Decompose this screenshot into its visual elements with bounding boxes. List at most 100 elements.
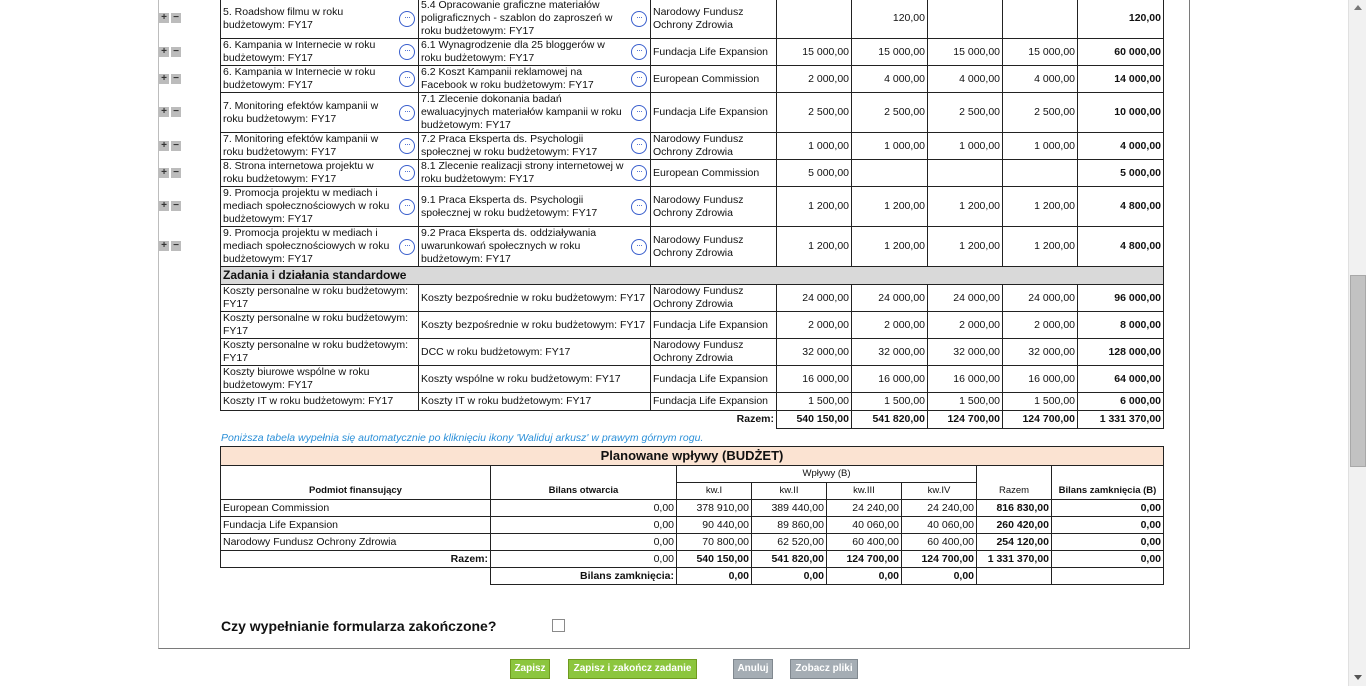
remove-row-icon[interactable]: −: [171, 241, 181, 251]
total-cell: 128 000,00: [1077, 338, 1164, 366]
task-text: 6. Kampania w Internecie w roku budżetow…: [223, 39, 376, 65]
completion-checkbox[interactable]: [552, 619, 565, 632]
more-options-icon[interactable]: ···: [399, 238, 415, 255]
more-options-icon[interactable]: ···: [399, 71, 415, 87]
remove-row-icon[interactable]: −: [171, 107, 181, 117]
task-text: 7. Monitoring efektów kampanii w roku bu…: [223, 99, 379, 125]
task-text: 6. Kampania w Internecie w roku budżetow…: [223, 66, 376, 92]
more-options-icon[interactable]: ···: [399, 10, 415, 27]
q3-total: 124 700,00: [826, 550, 902, 568]
add-row-icon[interactable]: +: [159, 13, 169, 23]
q2-cell: 89 860,00: [751, 516, 827, 534]
q3-cell: 15 000,00: [927, 38, 1003, 66]
remove-row-icon[interactable]: −: [171, 46, 181, 57]
remove-row-icon[interactable]: −: [171, 140, 181, 151]
empty-cell: [221, 568, 491, 585]
q4-cell: 24 240,00: [901, 499, 977, 517]
task-cell: * 8. Strona internetowa projektu w roku b…: [220, 159, 419, 187]
save-finish-button[interactable]: Zapisz i zakończ zadanie: [568, 659, 697, 679]
more-options-icon[interactable]: ···: [399, 138, 415, 154]
header-q1: kw.I: [676, 482, 752, 500]
task-cell: *7. Monitoring efektów kampanii w roku b…: [220, 132, 419, 160]
task-cell: Koszty personalne w roku budżetowym: FY1…: [220, 311, 419, 339]
header-opening: Bilans otwarcia: [490, 465, 677, 500]
view-files-button[interactable]: Zobacz pliki: [790, 659, 858, 679]
scroll-thumb[interactable]: [1350, 275, 1366, 467]
more-options-icon[interactable]: ···: [399, 104, 415, 121]
budget-total-label: Razem:: [220, 550, 491, 568]
save-button[interactable]: Zapisz: [510, 659, 550, 679]
action-text: 6.2 Koszt Kampanii reklamowej na Faceboo…: [421, 66, 594, 92]
q2-cell: 1 200,00: [851, 226, 928, 267]
add-row-icon[interactable]: +: [159, 46, 169, 57]
q4-cell: 1 200,00: [1002, 186, 1078, 227]
task-cell: Koszty personalne w roku budżetowym: FY1…: [220, 338, 419, 366]
cancel-button[interactable]: Anuluj: [733, 659, 773, 679]
q3-cell: 40 060,00: [826, 516, 902, 534]
required-star-icon: *: [222, 228, 224, 234]
q1-cell: 90 440,00: [676, 516, 752, 534]
source-text: European Commission: [653, 166, 760, 179]
q2-cell: [851, 159, 928, 187]
more-options-icon[interactable]: ···: [631, 10, 647, 27]
q3-cell: 1 000,00: [927, 132, 1003, 160]
remove-row-icon[interactable]: −: [171, 201, 181, 211]
required-star-icon: *: [222, 67, 224, 73]
total-cell: 14 000,00: [1077, 65, 1164, 93]
required-star-icon: *: [420, 228, 422, 234]
q1-cell: 16 000,00: [776, 365, 852, 393]
source-cell: Fundacja Life Expansion: [650, 392, 777, 411]
add-row-icon[interactable]: +: [159, 201, 169, 211]
q1-cell: 1 200,00: [776, 186, 852, 227]
more-options-icon[interactable]: ···: [631, 138, 647, 154]
header-q4: kw.IV: [901, 482, 977, 500]
q4-cell: 1 500,00: [1002, 392, 1078, 411]
required-star-icon: *: [652, 40, 654, 46]
activities-table: *5. Roadshow filmu w roku budżetowym: FY…: [220, 0, 1164, 429]
remove-row-icon[interactable]: −: [171, 13, 181, 23]
activity-row: * 8. Strona internetowa projektu w roku b…: [220, 159, 1164, 187]
q2-cell: 389 440,00: [751, 499, 827, 517]
remove-row-icon[interactable]: −: [171, 167, 181, 178]
required-star-icon: *: [652, 134, 654, 140]
add-row-icon[interactable]: +: [159, 107, 169, 117]
required-star-icon: *: [420, 161, 422, 167]
add-row-icon[interactable]: +: [159, 73, 169, 84]
task-cell: Koszty biurowe wspólne w roku budżetowym…: [220, 365, 419, 393]
grand-total: 1 331 370,00: [1077, 410, 1164, 429]
activity-row: Koszty personalne w roku budżetowym: FY1…: [220, 311, 1164, 339]
total-cell: 96 000,00: [1077, 284, 1164, 312]
action-cell: * 7.2 Praca Eksperta ds. Psychologii społ…: [418, 132, 651, 160]
row-add-remove-controls: + −: [159, 73, 181, 84]
task-text: 7. Monitoring efektów kampanii w roku bu…: [223, 133, 379, 159]
source-text: Fundacja Life Expansion: [653, 45, 768, 58]
more-options-icon[interactable]: ···: [399, 165, 415, 181]
required-star-icon: *: [652, 228, 654, 234]
closing-cell: 0,00: [1051, 499, 1164, 517]
scroll-down-arrow-icon[interactable]: [1349, 670, 1366, 686]
more-options-icon[interactable]: ···: [631, 198, 647, 215]
action-cell: *9.2 Praca Eksperta ds. oddziaływania uw…: [418, 226, 651, 267]
closing-total: 0,00: [1051, 550, 1164, 568]
source-cell: *Narodowy Fundusz Ochrony Zdrowia: [650, 226, 777, 267]
more-options-icon[interactable]: ···: [399, 198, 415, 215]
activity-row: *9. Promocja projektu w mediach i mediac…: [220, 186, 1164, 227]
add-row-icon[interactable]: +: [159, 140, 169, 151]
task-text: 8. Strona internetowa projektu w roku bu…: [223, 160, 374, 186]
more-options-icon[interactable]: ···: [631, 71, 647, 87]
scroll-up-arrow-icon[interactable]: [1349, 0, 1366, 16]
q4-cell: 24 000,00: [1002, 284, 1078, 312]
action-text: 7.2 Praca Eksperta ds. Psychologii społe…: [421, 133, 598, 159]
more-options-icon[interactable]: ···: [631, 165, 647, 181]
required-star-icon: *: [222, 40, 224, 46]
more-options-icon[interactable]: ···: [399, 44, 415, 60]
add-row-icon[interactable]: +: [159, 167, 169, 178]
more-options-icon[interactable]: ···: [631, 238, 647, 255]
remove-row-icon[interactable]: −: [171, 73, 181, 84]
closing-cell: 0,00: [1051, 533, 1164, 551]
more-options-icon[interactable]: ···: [631, 104, 647, 121]
q2-total: 541 820,00: [751, 550, 827, 568]
add-row-icon[interactable]: +: [159, 241, 169, 251]
vertical-scrollbar[interactable]: [1348, 0, 1366, 686]
more-options-icon[interactable]: ···: [631, 44, 647, 60]
